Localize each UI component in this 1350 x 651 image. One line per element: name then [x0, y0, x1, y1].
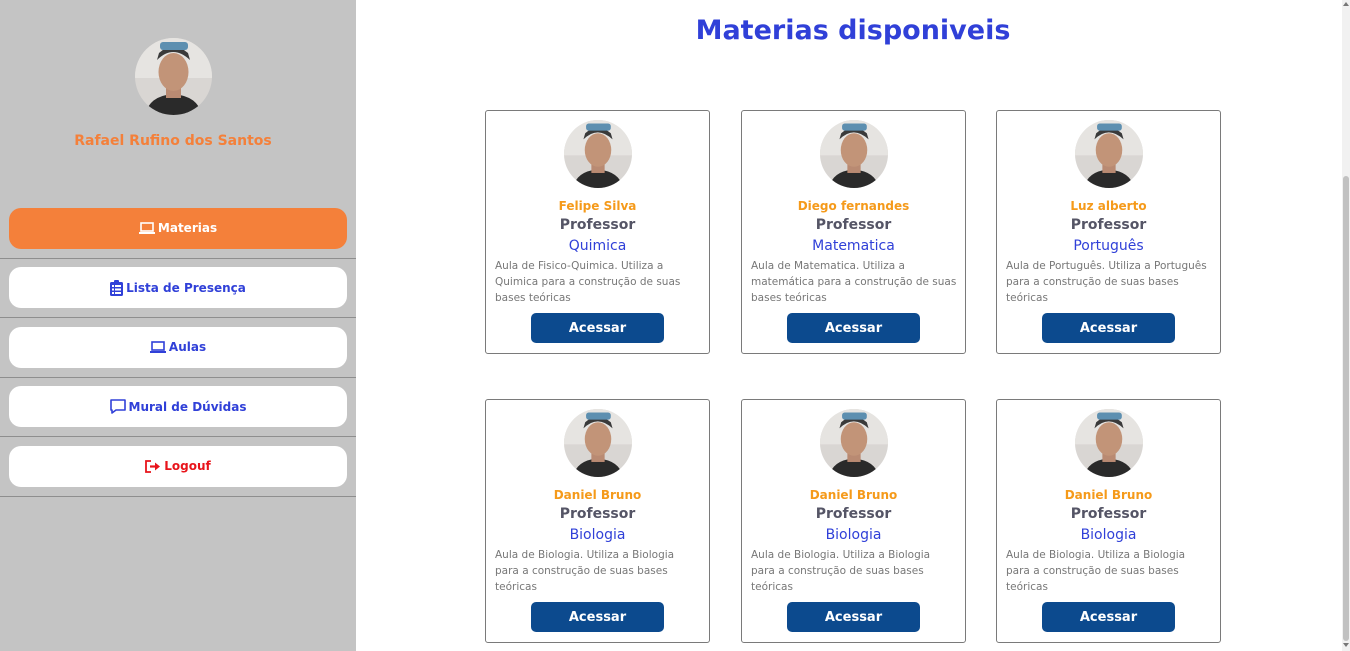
subject-card: Felipe Silva Professor Quimica Aula de F… [485, 110, 710, 354]
subject-name: Biologia [825, 527, 882, 543]
nav-row: Aulas [0, 318, 356, 378]
acessar-button[interactable]: Acessar [787, 602, 920, 632]
nav-item-label: Materias [157, 221, 218, 236]
teacher-name: Daniel Bruno [1064, 488, 1153, 502]
subject-card: Daniel Bruno Professor Biologia Aula de … [741, 399, 966, 643]
teacher-name: Daniel Bruno [809, 488, 898, 502]
teacher-avatar [564, 120, 632, 188]
nav-item-label: Lista de Presença [126, 280, 246, 295]
app: Rafael Rufino dos Santos Materias Lista … [0, 0, 1350, 651]
teacher-avatar [564, 409, 632, 477]
subject-card: Daniel Bruno Professor Biologia Aula de … [485, 399, 710, 643]
nav-item-label: Logouf [164, 459, 211, 474]
teacher-avatar [1075, 409, 1143, 477]
message-icon [109, 399, 126, 415]
subject-name: Biologia [569, 527, 626, 543]
teacher-avatar [1075, 120, 1143, 188]
acessar-button[interactable]: Acessar [1042, 602, 1175, 632]
subject-description: Aula de Português. Utiliza a Português p… [1006, 260, 1207, 304]
page-title: Materias disponiveis [695, 15, 1011, 46]
subject-card: Luz alberto Professor Português Aula de … [996, 110, 1221, 354]
user-avatar [135, 38, 212, 115]
subject-name: Português [1073, 238, 1144, 254]
scrollbar[interactable] [1342, 0, 1350, 651]
acessar-button[interactable]: Acessar [1042, 313, 1175, 343]
laptop-icon [149, 340, 166, 354]
sign-out-icon [145, 459, 161, 473]
teacher-role: Professor [1070, 217, 1147, 233]
sidebar: Rafael Rufino dos Santos Materias Lista … [0, 0, 356, 651]
nav-row: Lista de Presença [0, 259, 356, 318]
nav-item-label: Aulas [168, 340, 207, 355]
acessar-button[interactable]: Acessar [531, 313, 664, 343]
subject-card: Diego fernandes Professor Matematica Aul… [741, 110, 966, 354]
nav-item-label: Mural de Dúvidas [128, 399, 247, 414]
subject-name: Matematica [812, 238, 895, 254]
teacher-role: Professor [559, 217, 636, 233]
teacher-role: Professor [815, 217, 892, 233]
subject-description: Aula de Fisico-Quimica. Utiliza a Quimic… [495, 260, 681, 304]
teacher-avatar [820, 409, 888, 477]
user-name: Rafael Rufino dos Santos [74, 133, 272, 149]
subject-description: Aula de Biologia. Utiliza a Biologia par… [751, 549, 931, 593]
clipboard-list-icon [110, 279, 124, 296]
scroll-up-arrow-icon[interactable] [1343, 2, 1349, 6]
laptop-icon [138, 221, 155, 235]
subject-name: Quimica [568, 238, 627, 254]
subject-card: Daniel Bruno Professor Biologia Aula de … [996, 399, 1221, 643]
nav-item-materias[interactable]: Materias [9, 207, 347, 249]
teacher-name: Diego fernandes [797, 199, 910, 213]
acessar-button[interactable]: Acessar [531, 602, 664, 632]
teacher-name: Felipe Silva [558, 199, 637, 213]
teacher-name: Daniel Bruno [553, 488, 642, 502]
scroll-down-arrow-icon[interactable] [1343, 643, 1349, 647]
subject-description: Aula de Biologia. Utiliza a Biologia par… [495, 549, 675, 593]
acessar-button[interactable]: Acessar [787, 313, 920, 343]
subject-name: Biologia [1080, 527, 1137, 543]
nav-item-lista-de-presenca[interactable]: Lista de Presença [9, 267, 347, 309]
teacher-name: Luz alberto [1070, 199, 1147, 213]
nav-item-mural-de-duvidas[interactable]: Mural de Dúvidas [9, 386, 347, 428]
nav-item-aulas[interactable]: Aulas [9, 326, 347, 368]
nav-row: Mural de Dúvidas [0, 378, 356, 437]
sidebar-nav: Materias Lista de Presença Aulas Mural d… [0, 199, 356, 497]
nav-row: Logouf [0, 437, 356, 497]
nav-item-logout[interactable]: Logouf [9, 445, 347, 487]
teacher-role: Professor [559, 506, 636, 522]
subject-description: Aula de Matematica. Utiliza a matemática… [751, 260, 957, 304]
teacher-role: Professor [1070, 506, 1147, 522]
teacher-role: Professor [815, 506, 892, 522]
teacher-avatar [820, 120, 888, 188]
main-content: Materias disponiveis Felipe Silva Profes… [356, 0, 1342, 651]
nav-row: Materias [0, 199, 356, 259]
scroll-thumb[interactable] [1343, 176, 1349, 641]
subject-description: Aula de Biologia. Utiliza a Biologia par… [1006, 549, 1186, 593]
